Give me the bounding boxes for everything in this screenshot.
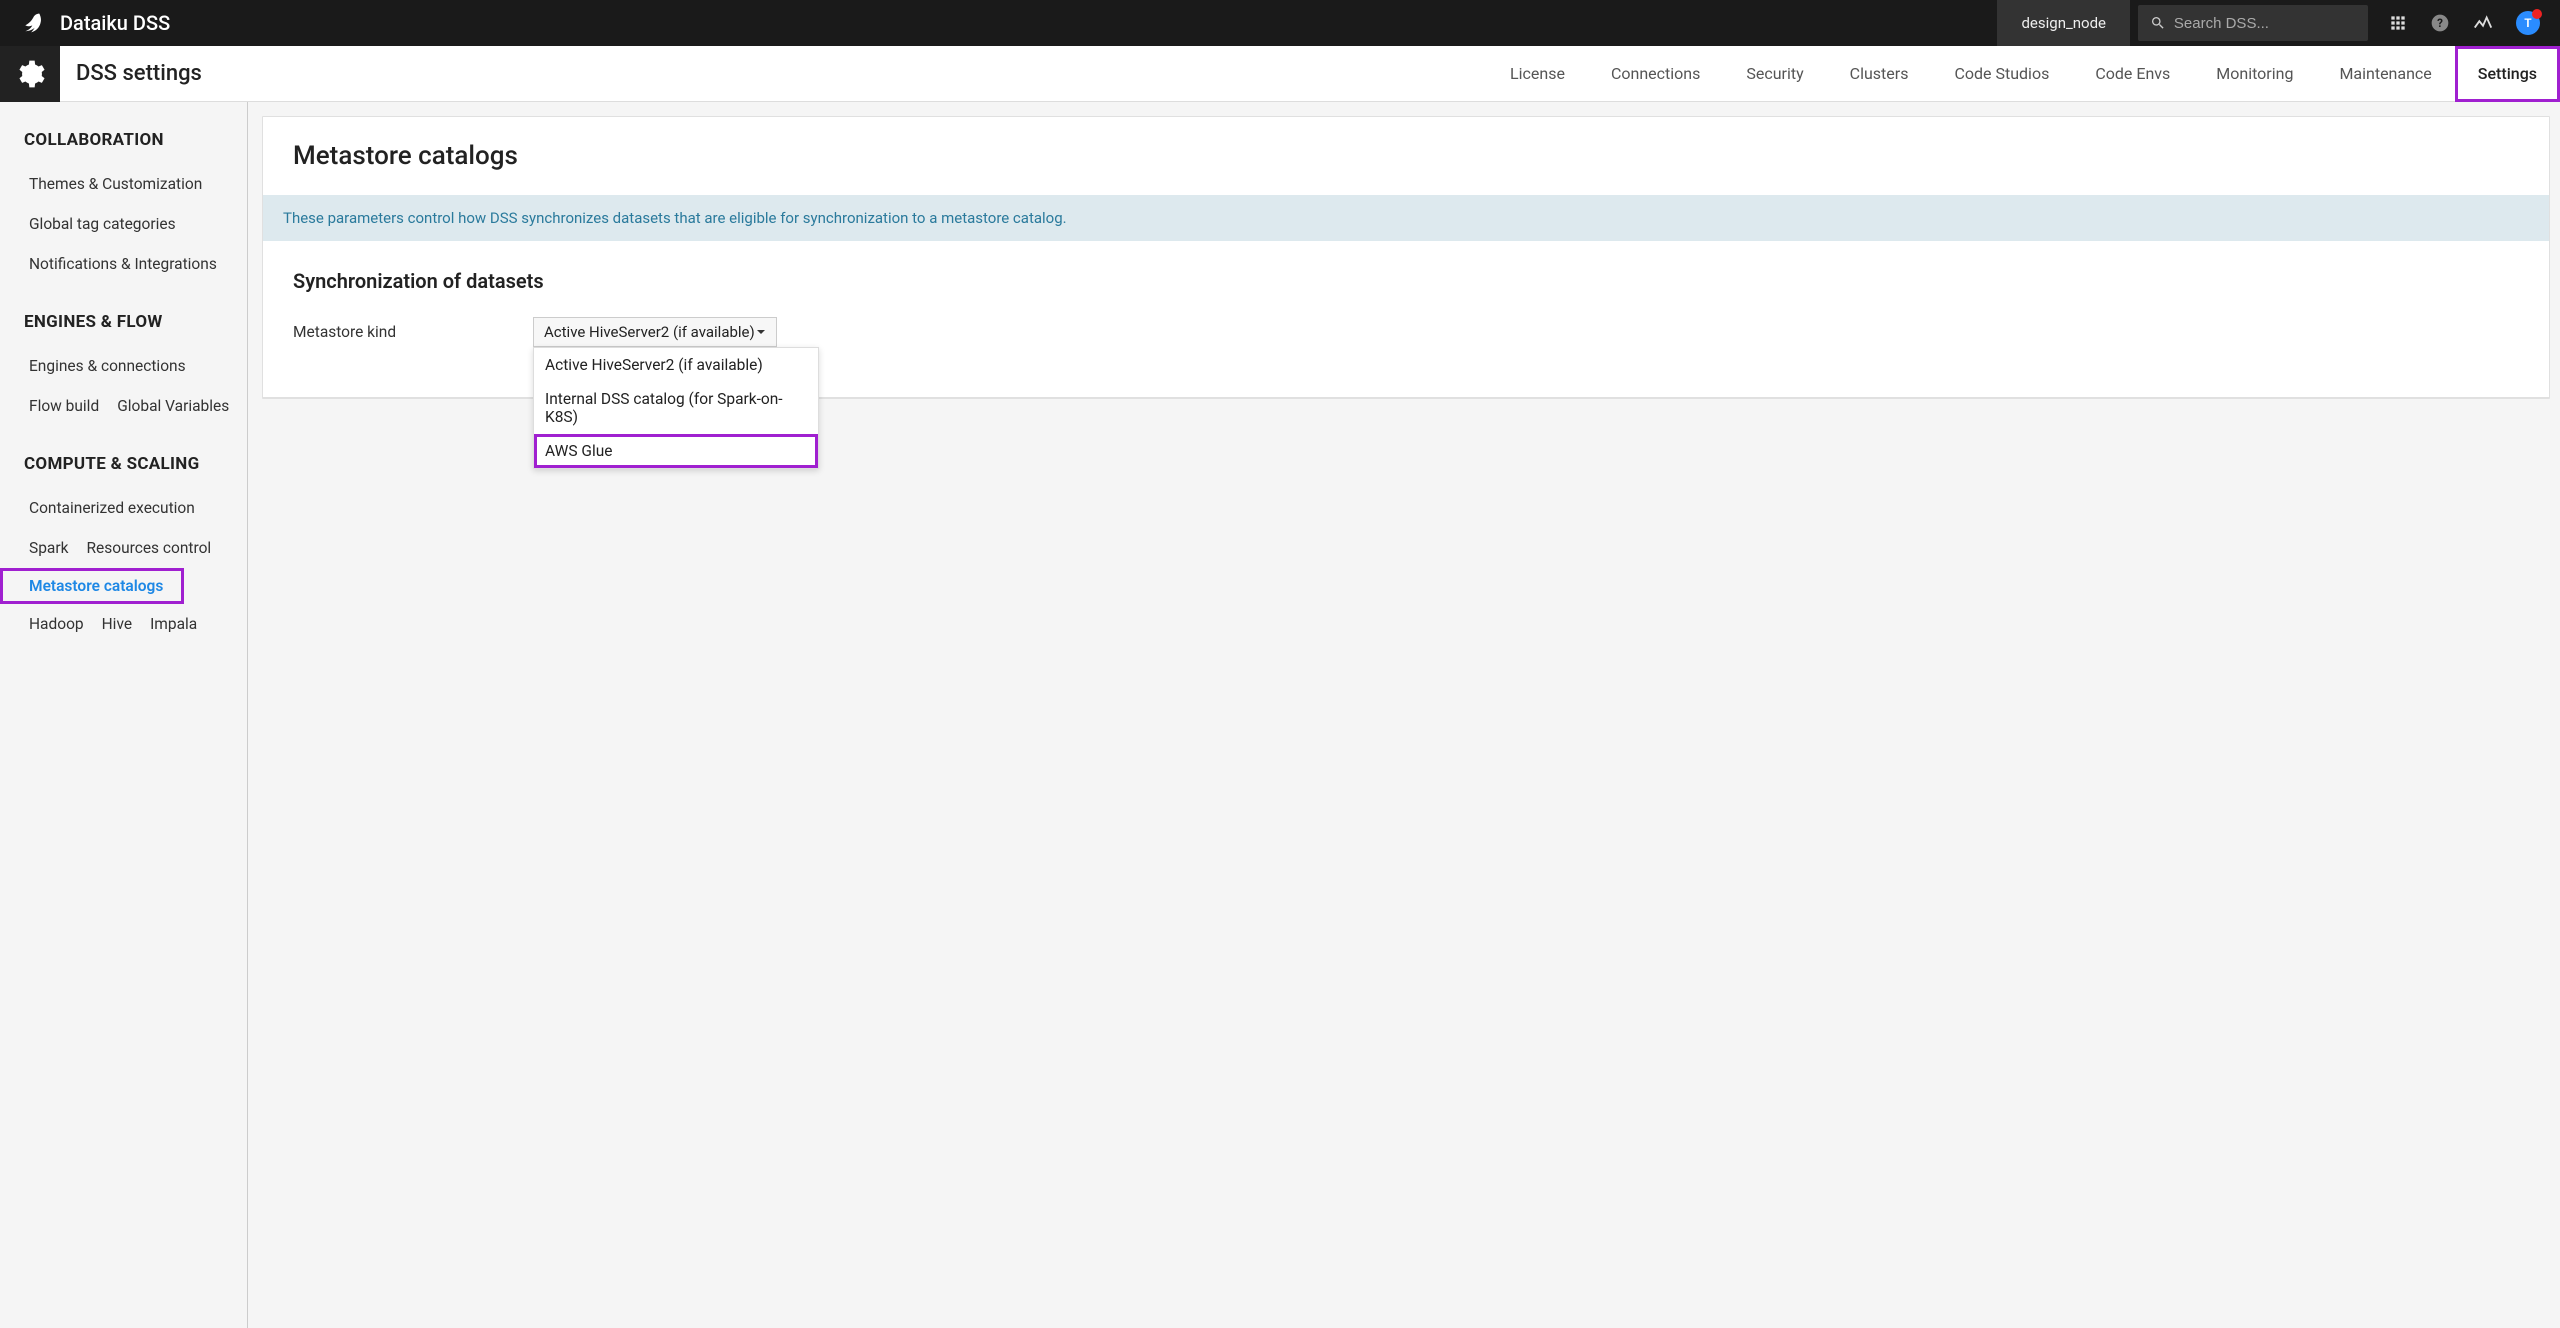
topbar: Dataiku DSS design_node ? T: [0, 0, 2560, 46]
app-title: Dataiku DSS: [60, 11, 170, 35]
activity-icon[interactable]: [2472, 12, 2494, 34]
sidebar-item-containerized-execution[interactable]: Containerized execution: [0, 488, 208, 528]
content-area: Metastore catalogs These parameters cont…: [248, 102, 2560, 1328]
tab-code-envs[interactable]: Code Envs: [2072, 46, 2193, 102]
avatar[interactable]: T: [2516, 11, 2540, 35]
tab-license[interactable]: License: [1487, 46, 1588, 102]
tab-security[interactable]: Security: [1723, 46, 1826, 102]
sidebar-item-resources-control[interactable]: Resources control: [57, 528, 224, 568]
avatar-initial: T: [2524, 16, 2531, 30]
tab-monitoring[interactable]: Monitoring: [2193, 46, 2316, 102]
sidebar-item-global-tag-categories[interactable]: Global tag categories: [0, 204, 189, 244]
info-strip: These parameters control how DSS synchro…: [263, 195, 2549, 241]
search-icon: [2150, 14, 2166, 32]
select-current-value: Active HiveServer2 (if available): [544, 323, 755, 341]
tab-code-studios[interactable]: Code Studios: [1931, 46, 2072, 102]
sidebar-item-metastore-catalogs[interactable]: Metastore catalogs: [0, 568, 184, 604]
sidebar-group-collaboration: COLLABORATION: [24, 130, 247, 150]
panel-title: Metastore catalogs: [263, 117, 2549, 195]
sidebar-item-themes-customization[interactable]: Themes & Customization: [0, 164, 215, 204]
tab-settings[interactable]: Settings: [2455, 46, 2560, 102]
app-logo[interactable]: [0, 0, 60, 46]
topbar-left: Dataiku DSS: [0, 0, 170, 46]
topbar-icons: ? T: [2368, 11, 2560, 35]
secondary-bar: DSS settings LicenseConnectionsSecurityC…: [0, 46, 2560, 102]
panel: Metastore catalogs These parameters cont…: [262, 116, 2550, 399]
sidebar-item-global-variables[interactable]: Global Variables: [88, 386, 242, 426]
tab-clusters[interactable]: Clusters: [1827, 46, 1932, 102]
section-heading: Synchronization of datasets: [293, 269, 2519, 293]
metastore-kind-dropdown: Active HiveServer2 (if available)Interna…: [533, 347, 819, 469]
dropdown-option-internal-dss-catalog-for-spark-on-k8s-[interactable]: Internal DSS catalog (for Spark-on-K8S): [534, 382, 818, 434]
notification-dot: [2532, 9, 2542, 19]
settings-gears-icon-wrap[interactable]: [0, 46, 60, 102]
apps-icon[interactable]: [2388, 13, 2408, 33]
bird-icon: [16, 9, 44, 37]
secondary-tabs: LicenseConnectionsSecurityClustersCode S…: [1487, 46, 2560, 102]
sidebar-item-impala[interactable]: Impala: [121, 604, 210, 644]
search-input[interactable]: [2174, 15, 2356, 32]
main-layout: COLLABORATIONThemes & CustomizationGloba…: [0, 102, 2560, 1328]
help-icon[interactable]: ?: [2430, 13, 2450, 33]
svg-text:?: ?: [2437, 16, 2443, 30]
page-title: DSS settings: [60, 61, 202, 86]
sidebar-item-notifications-integrations[interactable]: Notifications & Integrations: [0, 244, 230, 284]
sidebar-group-compute-scaling: COMPUTE & SCALING: [24, 454, 247, 474]
node-chip[interactable]: design_node: [1997, 0, 2130, 46]
dropdown-option-aws-glue[interactable]: AWS Glue: [534, 434, 818, 468]
metastore-kind-select[interactable]: Active HiveServer2 (if available) Active…: [533, 317, 777, 347]
sync-section: Synchronization of datasets Metastore ki…: [263, 241, 2549, 398]
search-box[interactable]: [2138, 5, 2368, 41]
gears-icon: [14, 58, 46, 90]
form-label-metastore-kind: Metastore kind: [293, 323, 533, 341]
sidebar: COLLABORATIONThemes & CustomizationGloba…: [0, 102, 248, 1328]
dropdown-option-active-hiveserver2-if-available-[interactable]: Active HiveServer2 (if available): [534, 348, 818, 382]
sidebar-item-engines-connections[interactable]: Engines & connections: [0, 346, 199, 386]
form-row-metastore-kind: Metastore kind Active HiveServer2 (if av…: [293, 317, 2519, 347]
tab-maintenance[interactable]: Maintenance: [2316, 46, 2454, 102]
chevron-down-icon: [756, 327, 766, 337]
tab-connections[interactable]: Connections: [1588, 46, 1723, 102]
sidebar-group-engines-flow: ENGINES & FLOW: [24, 312, 247, 332]
